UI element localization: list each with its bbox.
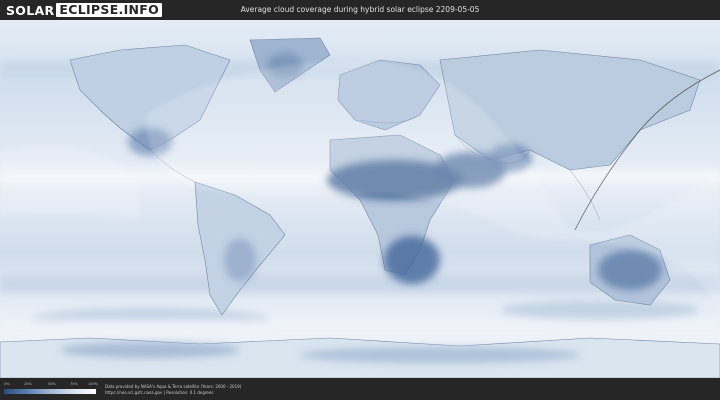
footer-bar [0, 378, 720, 400]
credit-line-2[interactable]: https://neo.sci.gsfc.nasa.gov | Resoluti… [105, 390, 213, 395]
legend-tick: 0% [4, 382, 10, 386]
legend-tick: 100% [88, 382, 99, 386]
cloud-coverage-legend [4, 389, 96, 394]
logo-word: SOLAR [6, 2, 55, 18]
legend-ticks: 0% 25% 50% 75% 100% [4, 382, 99, 388]
legend-tick: 50% [48, 382, 56, 386]
legend-tick: 75% [70, 382, 78, 386]
page-title: Average cloud coverage during hybrid sol… [240, 5, 480, 14]
legend-tick: 25% [24, 382, 32, 386]
site-logo[interactable]: SOLAR ECLIPSE.INFO [6, 2, 163, 18]
credit-line-1: Data provided by NASA's Aqua & Terra sat… [105, 384, 242, 389]
header-bar: SOLAR ECLIPSE.INFO Average cloud coverag… [0, 0, 720, 20]
logo-domain: ECLIPSE.INFO [56, 3, 163, 17]
cloud-coverage-map [0, 20, 720, 378]
